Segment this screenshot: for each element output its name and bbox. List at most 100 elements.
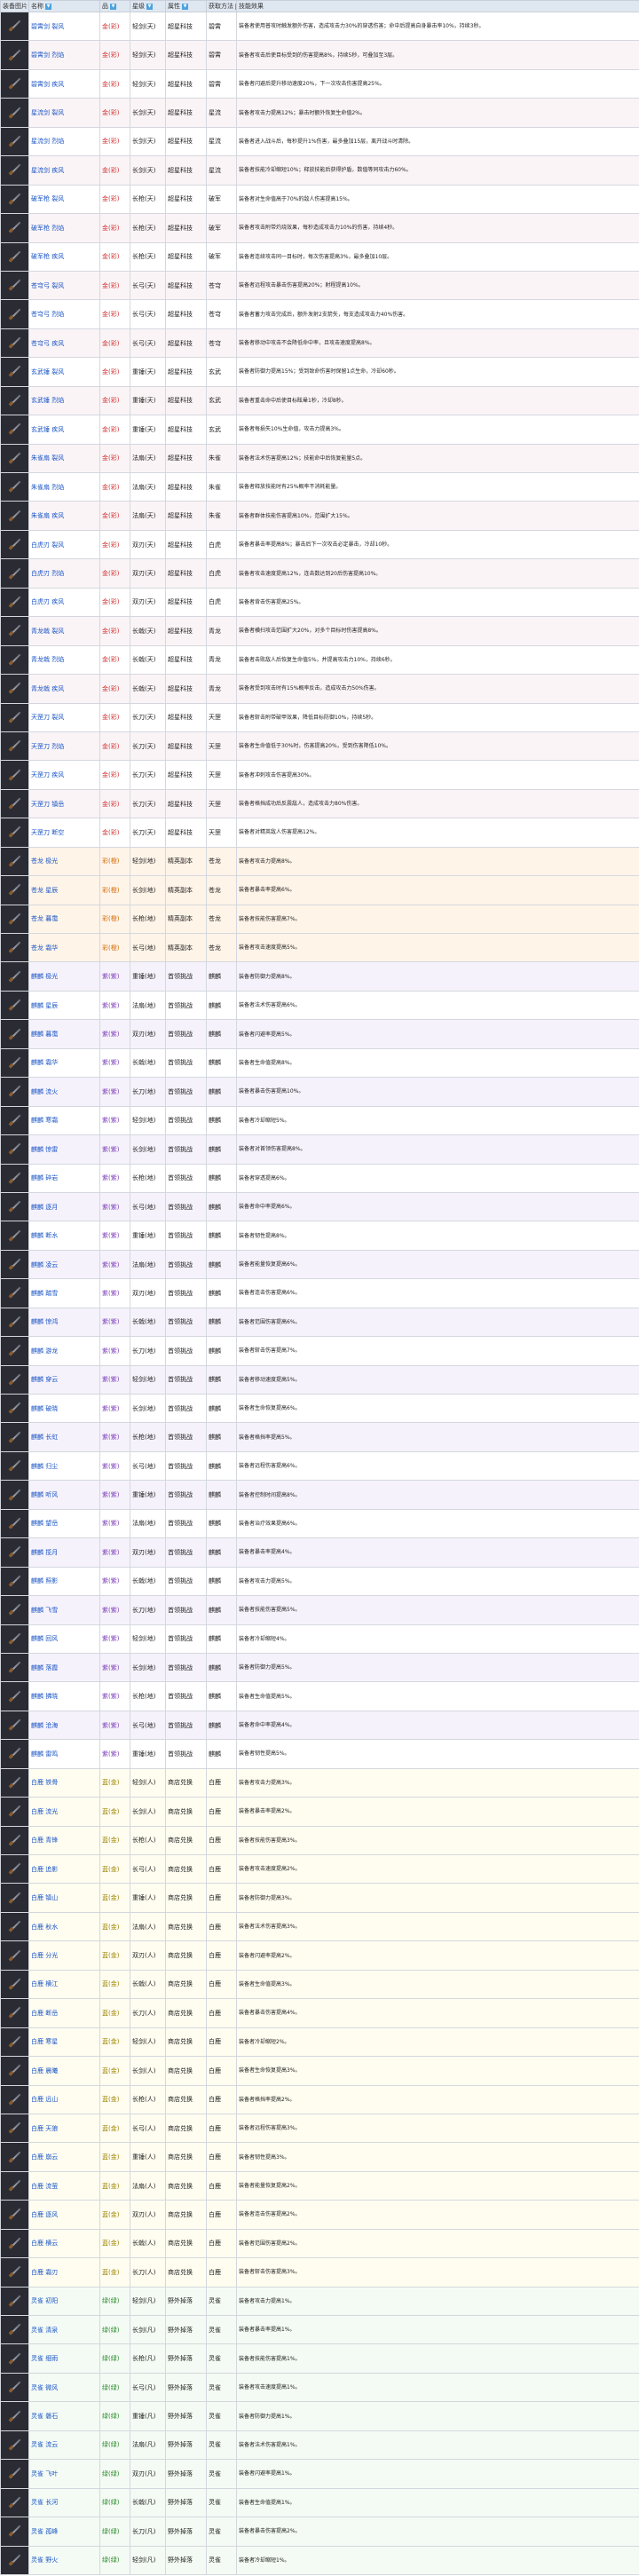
table-row[interactable]: 苍穹弓 烈焰 金(彩) 长弓(天) 超星科技 苍穹 装备者蓄力攻击完成后，额外发射2支箭矢… — [0, 299, 639, 329]
weapon-name-link[interactable]: 苍龙 暮霭 — [28, 904, 100, 935]
table-row[interactable]: 麒麟 归尘 紫(紫) 长弓(地) 首领挑战 麒麟 装备者远程伤害提高6%。 — [0, 1450, 639, 1482]
table-row[interactable]: 麒麟 落霞 紫(紫) 长剑(地) 首领挑战 麒麟 装备者防御力提高5%。 — [0, 1652, 639, 1683]
weapon-name-link[interactable]: 灵雀 野火 — [28, 2545, 100, 2575]
weapon-name-link[interactable]: 麒麟 碎岩 — [28, 1163, 100, 1193]
table-row[interactable]: 青龙戟 疾风 金(彩) 长戟(天) 超星科技 青龙 装备者受到攻击时有15%概率反击，造成… — [0, 674, 639, 704]
table-row[interactable]: 苍龙 霜华 彩(橙) 长弓(地) 精英副本 苍龙 装备者攻击速度提高5%。 — [0, 932, 639, 963]
weapon-name-link[interactable]: 白鹿 崩云 — [28, 2142, 100, 2172]
weapon-name-link[interactable]: 灵雀 细雨 — [28, 2343, 100, 2374]
weapon-name-link[interactable]: 白鹿 断岳 — [28, 1998, 100, 2028]
weapon-name-link[interactable]: 白鹿 分光 — [28, 1940, 100, 1971]
table-row[interactable]: 白虎刃 疾风 金(彩) 双刃(天) 超星科技 白虎 装备者背击伤害提高25%。 — [0, 587, 639, 618]
weapon-name-link[interactable]: 破军枪 烈焰 — [28, 213, 100, 243]
table-row[interactable]: 麒麟 极光 紫(紫) 重锤(地) 首领挑战 麒麟 装备者防御力提高8%。 — [0, 961, 639, 992]
table-row[interactable]: 麒麟 雷鸣 紫(紫) 重锤(地) 首领挑战 麒麟 装备者韧性提高5%。 — [0, 1739, 639, 1769]
table-row[interactable]: 灵雀 长河 绿(绿) 长戟(凡) 野外掉落 灵雀 装备者生命值提高1%。 — [0, 2487, 639, 2518]
table-row[interactable]: 麒麟 揽月 紫(紫) 双刃(地) 首领挑战 麒麟 装备者暴击率提高4%。 — [0, 1537, 639, 1568]
table-row[interactable]: 破军枪 裂风 金(彩) 长枪(天) 超星科技 破军 装备者对生命值高于70%的敌人伤害提高… — [0, 184, 639, 215]
table-row[interactable]: 麒麟 破晓 紫(紫) 长剑(地) 首领挑战 麒麟 装备者生命恢复提高6%。 — [0, 1393, 639, 1424]
table-row[interactable]: 苍龙 极光 彩(橙) 轻剑(地) 精英副本 苍龙 装备者攻击力提高8%。 — [0, 846, 639, 877]
table-row[interactable]: 麒麟 流火 紫(紫) 长刀(地) 首领挑战 麒麟 装备者暴击伤害提高10%。 — [0, 1077, 639, 1107]
weapon-name-link[interactable]: 麒麟 飞雪 — [28, 1595, 100, 1625]
weapon-name-link[interactable]: 白鹿 镇山 — [28, 1883, 100, 1913]
weapon-name-link[interactable]: 麒麟 惊雷 — [28, 1134, 100, 1165]
weapon-name-link[interactable]: 苍穹弓 裂风 — [28, 270, 100, 301]
weapon-name-link[interactable]: 白鹿 流光 — [28, 1797, 100, 1827]
weapon-name-link[interactable]: 麒麟 星辰 — [28, 990, 100, 1021]
table-row[interactable]: 灵雀 孤峰 绿(绿) 长刀(凡) 野外掉落 灵雀 装备者暴击伤害提高2%。 — [0, 2517, 639, 2547]
weapon-name-link[interactable]: 麒麟 雷鸣 — [28, 1739, 100, 1769]
table-row[interactable]: 白鹿 崩云 蓝(金) 重锤(人) 商店兑换 白鹿 装备者韧性提高3%。 — [0, 2142, 639, 2172]
weapon-name-link[interactable]: 星流剑 疾风 — [28, 155, 100, 186]
weapon-name-link[interactable]: 白虎刃 裂风 — [28, 529, 100, 560]
table-row[interactable]: 苍穹弓 疾风 金(彩) 长弓(天) 超星科技 苍穹 装备者移动中攻击不会降低命中率，且攻击… — [0, 328, 639, 359]
header-attr[interactable]: 属性 ▼ — [165, 0, 207, 12]
weapon-name-link[interactable]: 朱雀扇 裂风 — [28, 443, 100, 474]
table-row[interactable]: 麒麟 星辰 紫(紫) 法扇(地) 首领挑战 麒麟 装备者法术伤害提高6%。 — [0, 990, 639, 1021]
weapon-name-link[interactable]: 麒麟 落霞 — [28, 1652, 100, 1683]
table-row[interactable]: 白鹿 横云 蓝(金) 长戟(人) 商店兑换 白鹿 装备者范围伤害提高2%。 — [0, 2228, 639, 2259]
table-row[interactable]: 天罡刀 裂风 金(彩) 长刀(天) 超星科技 天罡 装备者斩击附带破甲效果，降低目标防御1… — [0, 702, 639, 732]
table-row[interactable]: 麒麟 惊鸿 紫(紫) 长戟(地) 首领挑战 麒麟 装备者范围伤害提高6%。 — [0, 1307, 639, 1338]
weapon-name-link[interactable]: 麒麟 破晓 — [28, 1393, 100, 1424]
header-skill[interactable]: 技能效果 — [236, 0, 639, 12]
weapon-name-link[interactable]: 白虎刃 疾风 — [28, 587, 100, 618]
table-row[interactable]: 麒麟 霜华 紫(紫) 长戟(地) 首领挑战 麒麟 装备者生命值提高8%。 — [0, 1047, 639, 1079]
weapon-name-link[interactable]: 苍穹弓 烈焰 — [28, 299, 100, 329]
weapon-name-link[interactable]: 麒麟 拂晓 — [28, 1681, 100, 1711]
weapon-name-link[interactable]: 碧霄剑 裂风 — [28, 11, 100, 42]
table-row[interactable]: 灵雀 飞叶 绿(绿) 双刃(凡) 野外掉落 灵雀 装备者闪避率提高1%。 — [0, 2459, 639, 2489]
table-row[interactable]: 麒麟 回风 紫(紫) 轻剑(地) 首领挑战 麒麟 装备者冷却缩短4%。 — [0, 1624, 639, 1654]
table-row[interactable]: 灵雀 流云 绿(绿) 法扇(凡) 野外掉落 灵雀 装备者法术伤害提高1%。 — [0, 2430, 639, 2461]
table-row[interactable]: 朱雀扇 疾风 金(彩) 法扇(天) 超星科技 朱雀 装备者群体技能伤害提高10%，范围扩大… — [0, 501, 639, 531]
table-row[interactable]: 灵雀 细雨 绿(绿) 长枪(凡) 野外掉落 灵雀 装备者技能伤害提高1%。 — [0, 2343, 639, 2374]
table-row[interactable]: 白鹿 晨曦 蓝(金) 长剑(人) 商店兑换 白鹿 装备者生命恢复提高3%。 — [0, 2056, 639, 2086]
weapon-name-link[interactable]: 麒麟 长虹 — [28, 1422, 100, 1452]
table-row[interactable]: 麒麟 暮霭 紫(紫) 双刃(地) 首领挑战 麒麟 装备者闪避率提高5%。 — [0, 1019, 639, 1049]
weapon-name-link[interactable]: 天罡刀 疾风 — [28, 760, 100, 790]
table-row[interactable]: 白鹿 霜刃 蓝(金) 长刀(人) 商店兑换 白鹿 装备者斩击伤害提高3%。 — [0, 2257, 639, 2288]
weapon-name-link[interactable]: 青龙戟 疾风 — [28, 674, 100, 704]
table-row[interactable]: 麒麟 沧海 紫(紫) 长弓(地) 首领挑战 麒麟 装备者命中率提高4%。 — [0, 1710, 639, 1741]
table-row[interactable]: 白鹿 横江 蓝(金) 长戟(人) 商店兑换 白鹿 装备者生命值提高3%。 — [0, 1969, 639, 2000]
weapon-name-link[interactable]: 灵雀 孤峰 — [28, 2517, 100, 2547]
table-row[interactable]: 碧霄剑 疾风 金(彩) 轻剑(天) 超星科技 碧霄 装备者闪避后提升移动速度20%，下一次… — [0, 68, 639, 99]
weapon-name-link[interactable]: 白鹿 流萤 — [28, 2170, 100, 2201]
table-row[interactable]: 白鹿 流光 蓝(金) 长剑(人) 商店兑换 白鹿 装备者暴击率提高2%。 — [0, 1797, 639, 1827]
table-row[interactable]: 玄武锤 烈焰 金(彩) 重锤(天) 超星科技 玄武 装备者重击命中后使目标眩晕1秒，冷却8… — [0, 385, 639, 416]
weapon-name-link[interactable]: 麒麟 穿云 — [28, 1364, 100, 1395]
weapon-name-link[interactable]: 灵雀 初阳 — [28, 2286, 100, 2317]
weapon-name-link[interactable]: 苍龙 极光 — [28, 846, 100, 877]
table-row[interactable]: 麒麟 惊雷 紫(紫) 长剑(地) 首领挑战 麒麟 装备者对首领伤害提高8%。 — [0, 1134, 639, 1165]
table-row[interactable]: 星流剑 裂风 金(彩) 长剑(天) 超星科技 星流 装备者攻击力提高12%；暴击时额外恢复… — [0, 98, 639, 128]
weapon-name-link[interactable]: 麒麟 流火 — [28, 1077, 100, 1107]
weapon-name-link[interactable]: 麒麟 游龙 — [28, 1336, 100, 1366]
weapon-name-link[interactable]: 青龙戟 烈焰 — [28, 644, 100, 676]
weapon-name-link[interactable]: 麒麟 暮霭 — [28, 1019, 100, 1049]
table-row[interactable]: 朱雀扇 裂风 金(彩) 法扇(天) 超星科技 朱雀 装备者法术伤害提高12%；技能命中后恢… — [0, 443, 639, 474]
header-source[interactable]: 获取方法▼ — [206, 0, 237, 12]
weapon-name-link[interactable]: 麒麟 听风 — [28, 1480, 100, 1510]
weapon-name-link[interactable]: 白鹿 晨曦 — [28, 2056, 100, 2086]
table-row[interactable]: 白鹿 追影 蓝(金) 长弓(人) 商店兑换 白鹿 装备者攻击速度提高2%。 — [0, 1853, 639, 1885]
table-row[interactable]: 青龙戟 裂风 金(彩) 长戟(天) 超星科技 青龙 装备者横扫攻击范围扩大20%，对多个目… — [0, 616, 639, 646]
header-star[interactable]: 星级 ▼ — [130, 0, 166, 12]
table-row[interactable]: 白鹿 分光 蓝(金) 双刃(人) 商店兑换 白鹿 装备者闪避率提高2%。 — [0, 1940, 639, 1971]
table-row[interactable]: 青龙戟 烈焰 金(彩) 长戟(天) 超星科技 青龙 装备者击败敌人后恢复生命值5%，并提高… — [0, 644, 639, 676]
table-row[interactable]: 麒麟 游龙 紫(紫) 长刀(地) 首领挑战 麒麟 装备者斩击伤害提高7%。 — [0, 1336, 639, 1366]
weapon-name-link[interactable]: 麒麟 回风 — [28, 1624, 100, 1654]
table-row[interactable]: 苍龙 暮霭 彩(橙) 长枪(地) 精英副本 苍龙 装备者技能伤害提高7%。 — [0, 904, 639, 935]
weapon-name-link[interactable]: 玄武锤 裂风 — [28, 357, 100, 387]
table-row[interactable]: 破军枪 烈焰 金(彩) 长枪(天) 超星科技 破军 装备者攻击附带灼烧效果，每秒造成攻击力… — [0, 213, 639, 243]
table-row[interactable]: 碧霄剑 裂风 金(彩) 轻剑(天) 超星科技 碧霄 装备者使用普攻时触发额外伤害，造成攻击… — [0, 11, 639, 42]
table-row[interactable]: 灵雀 磐石 绿(绿) 重锤(凡) 野外掉落 灵雀 装备者防御力提高1%。 — [0, 2401, 639, 2431]
weapon-name-link[interactable]: 麒麟 归尘 — [28, 1450, 100, 1482]
table-row[interactable]: 灵雀 微风 绿(绿) 长弓(凡) 野外掉落 灵雀 装备者攻击速度提高1%。 — [0, 2372, 639, 2403]
table-row[interactable]: 麒麟 踏雪 紫(紫) 双刃(地) 首领挑战 麒麟 装备者连击伤害提高6%。 — [0, 1278, 639, 1308]
weapon-name-link[interactable]: 白鹿 青锋 — [28, 1825, 100, 1856]
weapon-name-link[interactable]: 灵雀 清泉 — [28, 2314, 100, 2345]
weapon-name-link[interactable]: 苍穹弓 疾风 — [28, 328, 100, 359]
weapon-name-link[interactable]: 朱雀扇 疾风 — [28, 501, 100, 531]
table-row[interactable]: 麒麟 长虹 紫(紫) 长枪(地) 首领挑战 麒麟 装备者格挡率提高5%。 — [0, 1422, 639, 1452]
weapon-name-link[interactable]: 麒麟 凌云 — [28, 1249, 100, 1280]
